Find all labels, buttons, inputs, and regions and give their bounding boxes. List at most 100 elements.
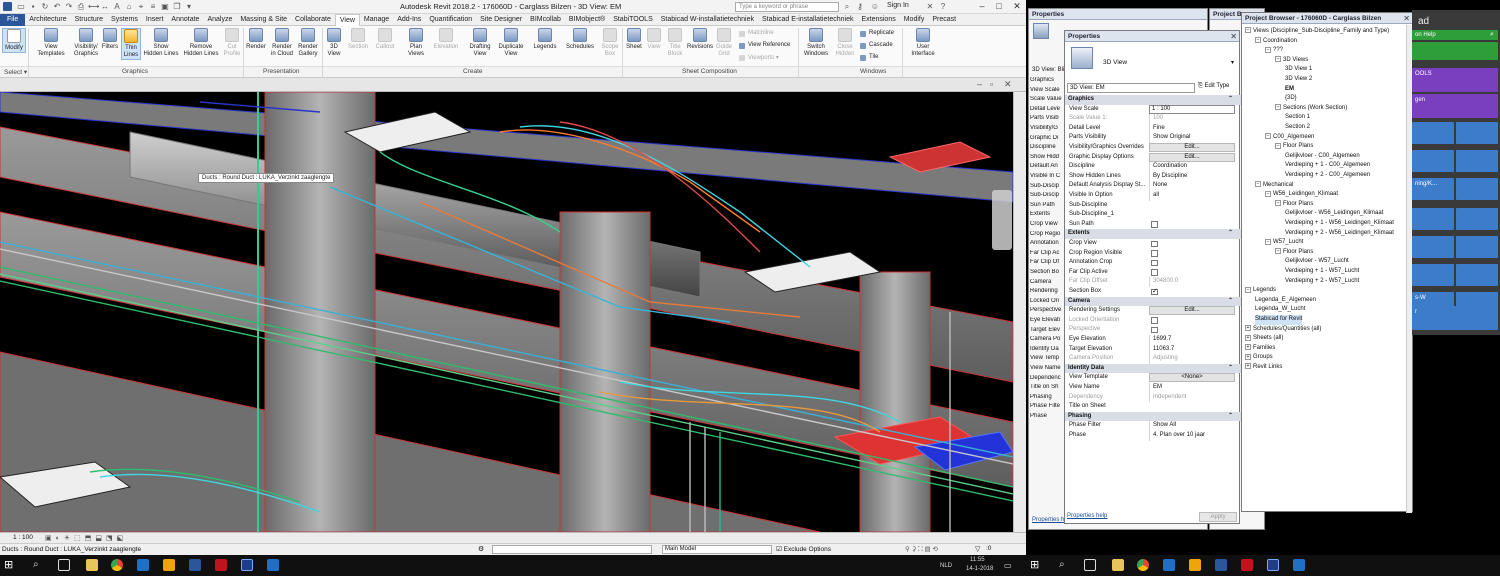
keyboard-lang[interactable]: NLD — [940, 563, 952, 569]
search-icon[interactable]: ⌕ — [1490, 31, 1494, 39]
properties-close-icon[interactable]: ✕ — [1230, 31, 1237, 42]
tree-node[interactable]: Gelijkvloer - C00_Algemeen — [1285, 152, 1360, 162]
collapse-icon[interactable]: − — [1275, 56, 1281, 63]
property-checkbox[interactable] — [1151, 259, 1158, 267]
dynamo-tile[interactable] — [1456, 264, 1498, 286]
dimension-icon[interactable]: ↔ — [100, 2, 110, 11]
tree-node[interactable]: − Coordination — [1255, 37, 1297, 47]
view-templates-button[interactable]: View Templates — [30, 28, 72, 58]
elevation-button[interactable]: Elevation — [431, 28, 461, 51]
word-icon[interactable] — [189, 559, 201, 571]
close-hidden-icon[interactable]: ▣ — [160, 2, 170, 11]
acrobat-icon[interactable] — [215, 559, 227, 571]
expand-icon[interactable]: + — [1245, 344, 1251, 351]
collapse-icon[interactable]: − — [1265, 190, 1271, 197]
scope-box-button[interactable]: Scope Box — [600, 28, 620, 58]
clock-time[interactable]: 11:55 — [970, 557, 985, 563]
app-h-icon[interactable] — [1189, 559, 1201, 571]
dynamo-ning-tile[interactable]: ning/K... — [1412, 178, 1454, 200]
tree-node[interactable]: + Sheets (all) — [1245, 334, 1283, 344]
collapse-icon[interactable]: − — [1265, 46, 1271, 53]
dynamo-tile[interactable] — [1412, 150, 1454, 172]
outlook-icon[interactable] — [1163, 559, 1175, 571]
windows-start-icon[interactable]: ⊞ — [1030, 559, 1042, 571]
property-value[interactable]: Fine — [1149, 123, 1235, 134]
matchline-button[interactable]: Matchline — [739, 30, 774, 37]
type-dropdown-icon[interactable]: ▾ — [1231, 59, 1234, 66]
dynamo-tile[interactable] — [1412, 236, 1454, 258]
expand-icon[interactable]: + — [1245, 353, 1251, 360]
property-value[interactable]: Independent — [1149, 392, 1235, 403]
tag-icon[interactable]: A — [112, 2, 122, 11]
collapse-icon[interactable]: − — [1255, 181, 1261, 188]
visibility-graphics-button[interactable]: Visibility/ Graphics — [72, 28, 100, 58]
worksets-icon[interactable]: ⚙ — [478, 545, 484, 553]
collapse-icon[interactable]: − — [1265, 133, 1271, 140]
user-interface-button[interactable]: User Interface — [908, 28, 938, 58]
tree-node[interactable]: − Views (Discipline_Sub-Discipline_Family… — [1245, 27, 1389, 37]
tree-node[interactable]: Stabicad for Revit — [1255, 315, 1303, 325]
3d-view-button[interactable]: 3D View — [325, 28, 343, 58]
properties-help-link[interactable]: Properties help — [1067, 513, 1107, 519]
switch-windows-icon[interactable]: ❐ — [172, 2, 182, 11]
property-checkbox[interactable] — [1151, 287, 1158, 296]
tree-node[interactable]: −3D Views — [1275, 56, 1308, 66]
viewports-button[interactable]: Viewports ▾ — [739, 54, 779, 61]
modify-button[interactable]: Modify — [2, 28, 26, 53]
property-value[interactable]: all — [1149, 191, 1235, 201]
property-value[interactable]: 11063.7 — [1149, 344, 1235, 355]
tile-button[interactable]: Tile — [860, 54, 878, 61]
property-checkbox[interactable] — [1151, 221, 1158, 228]
exclude-options-checkbox[interactable]: ☑ Exclude Options — [776, 545, 831, 553]
tab-massing-site[interactable]: Massing & Site — [236, 14, 291, 26]
property-group[interactable]: Identity Data ⌃ — [1065, 363, 1241, 374]
viewport-scrollbar[interactable] — [1013, 92, 1026, 532]
tab-extensions[interactable]: Extensions — [857, 14, 899, 26]
tab-stabicad-w-installatietechniek[interactable]: Stabicad W-installatietechniek — [657, 14, 758, 26]
exchange-icon[interactable]: ✕ — [925, 2, 935, 11]
customize-qat-icon[interactable]: ▾ — [184, 2, 194, 11]
collapse-icon[interactable]: − — [1255, 37, 1261, 44]
dynamo-tile[interactable] — [1412, 122, 1454, 144]
dynamo-tile[interactable] — [1412, 264, 1454, 286]
collapse-icon[interactable]: ⌃ — [1228, 229, 1233, 239]
clock-date[interactable]: 14-1-2018 — [966, 566, 993, 572]
tab-bimcollab[interactable]: BIMcollab — [526, 14, 565, 26]
notification-icon[interactable]: ▭ — [1004, 561, 1012, 570]
property-value[interactable]: Adjusting — [1149, 354, 1235, 364]
app-h-icon[interactable] — [163, 559, 175, 571]
drafting-view-button[interactable]: Drafting View — [466, 28, 494, 58]
sync-icon[interactable]: ↻ — [40, 2, 50, 11]
acrobat-icon[interactable] — [1241, 559, 1253, 571]
search-input[interactable]: Type a keyword or phrase — [735, 2, 839, 12]
property-value[interactable]: 4. Plan over 10 jaar — [1149, 431, 1235, 441]
render-button[interactable]: Render — [245, 28, 267, 51]
view-close-icon[interactable]: ✕ — [1004, 79, 1012, 90]
properties-back-help-link[interactable]: Properties h — [1032, 517, 1064, 523]
print-icon[interactable]: ⎙ — [76, 2, 86, 11]
dynamo-green-tile[interactable] — [1412, 42, 1498, 60]
collapse-icon[interactable]: − — [1245, 286, 1251, 293]
collapse-icon[interactable]: − — [1275, 142, 1281, 149]
collapse-icon[interactable]: − — [1265, 238, 1271, 245]
view-control-icons[interactable]: ▣◐☀⬚⬒⬓⬔⬕ — [45, 534, 127, 542]
tree-node[interactable]: {3D} — [1285, 94, 1297, 104]
workset-dropdown[interactable] — [492, 545, 652, 554]
guide-grid-button[interactable]: Guide Grid — [715, 28, 733, 58]
collapse-icon[interactable]: ⌃ — [1228, 364, 1233, 374]
close-hidden-button[interactable]: Close Hidden — [833, 28, 857, 58]
property-group[interactable]: Phasing ⌃ — [1065, 411, 1241, 422]
tree-node[interactable]: EM — [1285, 85, 1294, 95]
property-checkbox[interactable] — [1151, 326, 1158, 334]
view-restore-icon[interactable]: ▫ — [990, 79, 993, 89]
tab-quantification[interactable]: Quantification — [425, 14, 476, 26]
property-value[interactable]: Coordination — [1149, 162, 1235, 172]
dynamo-tile[interactable] — [1456, 236, 1498, 258]
render-gallery-button[interactable]: Render Gallery — [296, 28, 320, 58]
tree-node[interactable]: + Families — [1245, 344, 1275, 354]
file-explorer-icon[interactable] — [86, 559, 98, 571]
collapse-icon[interactable]: − — [1275, 248, 1281, 255]
dynamo-tools-tile[interactable]: OOLS — [1412, 68, 1498, 92]
help-icon[interactable]: ? — [938, 2, 948, 11]
tab-systems[interactable]: Systems — [107, 14, 142, 26]
